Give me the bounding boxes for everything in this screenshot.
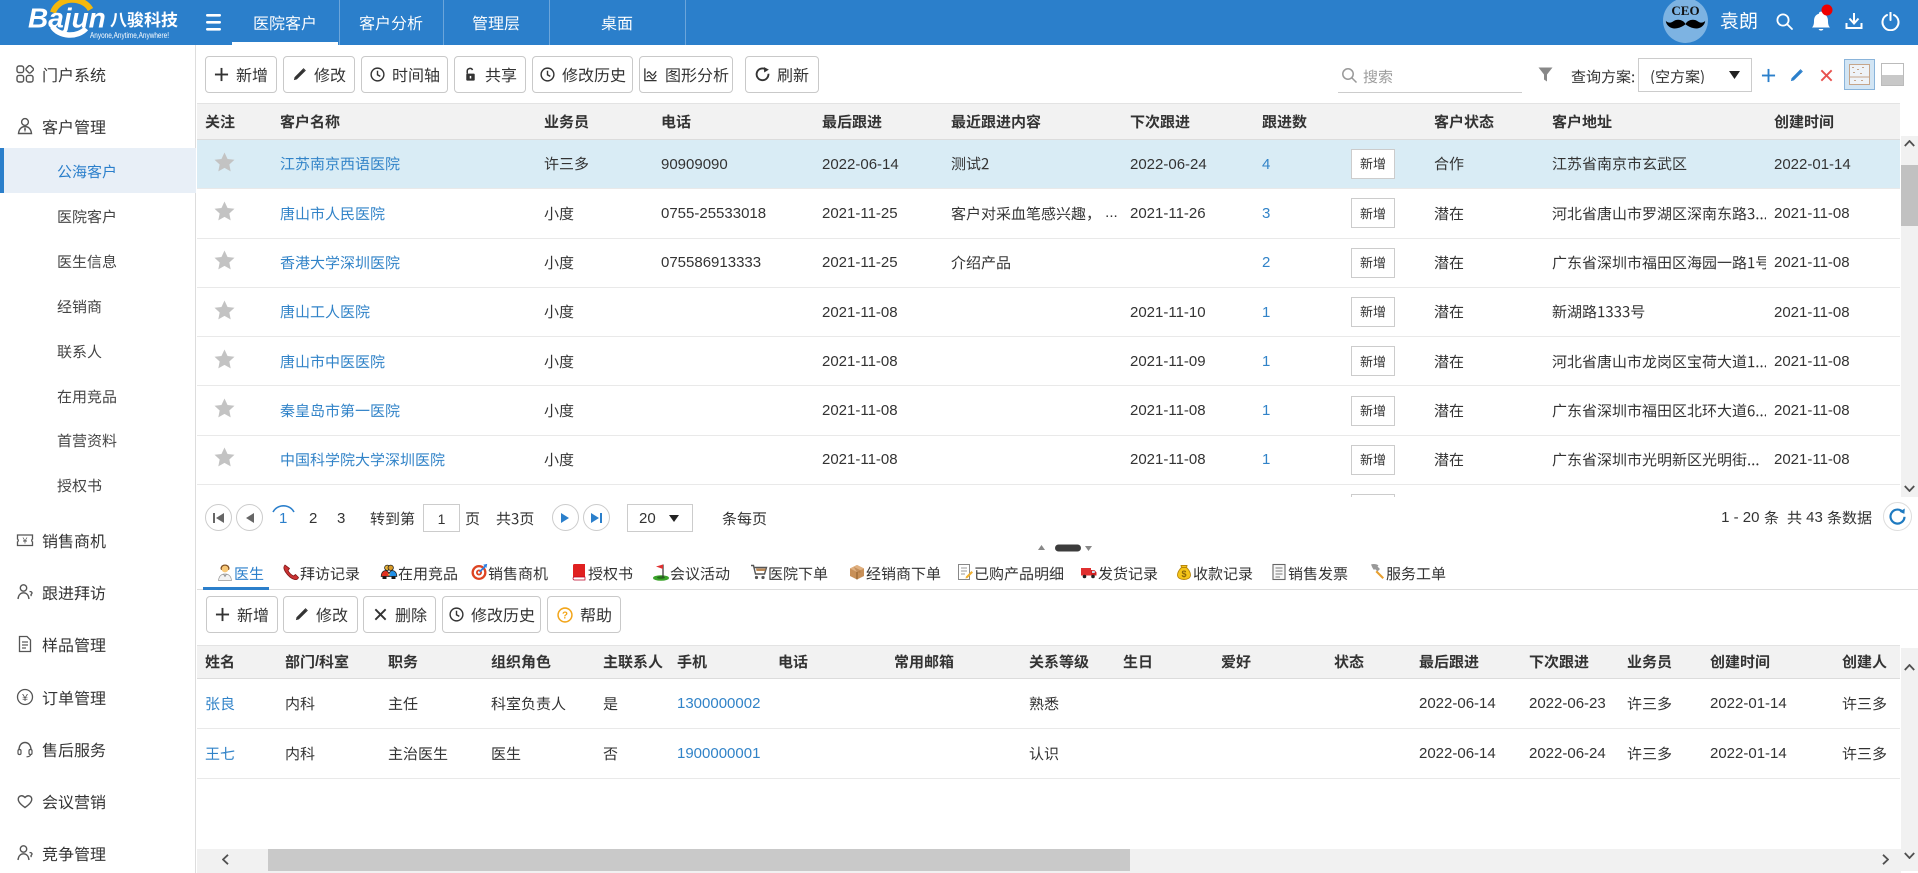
svg-text:?: ? — [562, 610, 568, 621]
svg-text:Anyone,Anytime,Anywhere!: Anyone,Anytime,Anywhere! — [90, 31, 169, 40]
svg-text:CEO: CEO — [1671, 3, 1699, 18]
svg-text:¥: ¥ — [21, 692, 28, 704]
svg-text:Bajun: Bajun — [28, 3, 106, 34]
svg-text:$: $ — [1181, 569, 1186, 579]
svg-text:¥: ¥ — [22, 535, 28, 545]
